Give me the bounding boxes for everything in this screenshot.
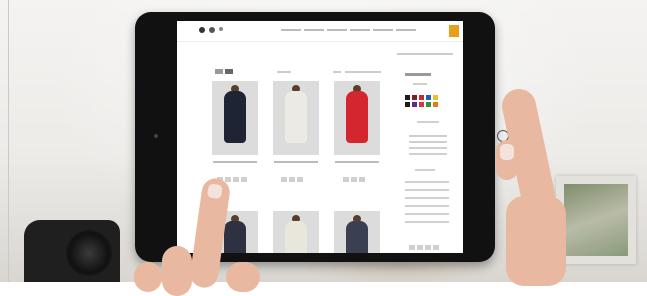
tablet — [135, 12, 509, 262]
brand-badge — [449, 25, 459, 37]
fingernail — [206, 183, 223, 200]
size-chip — [343, 177, 349, 182]
product-caption — [274, 161, 318, 163]
sort-label — [277, 71, 291, 73]
color-swatch — [419, 95, 424, 100]
sidebar-label — [409, 141, 447, 143]
sidebar-label — [405, 189, 449, 191]
color-swatch — [433, 102, 438, 107]
size-chip — [425, 245, 431, 250]
right-palm — [506, 196, 566, 286]
dress — [346, 221, 368, 253]
framed-photo — [564, 184, 628, 256]
site-header — [177, 21, 463, 42]
tablet-camera-icon — [154, 134, 158, 138]
sidebar-label — [409, 135, 447, 137]
dress — [285, 221, 307, 253]
sidebar-title — [405, 73, 431, 76]
left-finger — [162, 246, 192, 296]
size-chip — [409, 245, 415, 250]
grid-view-icon — [215, 69, 223, 74]
size-chip — [351, 177, 357, 182]
color-swatch — [433, 95, 438, 100]
page-control — [333, 71, 341, 73]
left-palm — [226, 262, 260, 292]
product-card — [273, 211, 319, 253]
size-chip — [359, 177, 365, 182]
nav-menu — [281, 29, 419, 32]
color-swatch — [405, 102, 410, 107]
color-swatch — [426, 95, 431, 100]
logo-icon — [209, 27, 215, 33]
product-card — [273, 81, 319, 155]
list-view-icon — [225, 69, 233, 74]
size-chip — [297, 177, 303, 182]
sidebar-label — [405, 221, 449, 223]
sidebar-label — [405, 181, 449, 183]
size-chip — [233, 177, 239, 182]
dress — [224, 91, 246, 143]
color-swatch — [426, 102, 431, 107]
dress — [224, 221, 246, 253]
sidebar-label — [409, 147, 447, 149]
sidebar-label — [415, 169, 435, 171]
color-swatch — [412, 95, 417, 100]
camera-lens — [66, 230, 112, 276]
size-chip — [281, 177, 287, 182]
size-chip — [241, 177, 247, 182]
sidebar-label — [405, 205, 449, 207]
filter-label — [345, 71, 381, 73]
camera — [24, 220, 120, 282]
right-finger — [496, 140, 518, 180]
dress — [285, 91, 307, 143]
product-caption — [213, 161, 257, 163]
color-swatch — [405, 95, 410, 100]
fingernail — [500, 144, 514, 160]
left-rule — [8, 0, 9, 282]
sidebar-label — [409, 153, 447, 155]
logo-icon — [199, 27, 205, 33]
product-card — [212, 81, 258, 155]
size-chip — [289, 177, 295, 182]
logo-icon — [219, 27, 223, 31]
picture-frame — [556, 176, 636, 264]
size-chip — [417, 245, 423, 250]
color-swatch — [419, 102, 424, 107]
left-thumb — [134, 262, 162, 292]
color-swatch — [412, 102, 417, 107]
product-card — [334, 211, 380, 253]
product-card — [334, 81, 380, 155]
sidebar-label — [417, 121, 439, 123]
sub-nav — [397, 53, 453, 55]
sidebar-label — [413, 83, 427, 85]
product-caption — [335, 161, 379, 163]
dress — [346, 91, 368, 143]
size-chip — [433, 245, 439, 250]
sidebar-label — [405, 197, 449, 199]
size-chip — [225, 177, 231, 182]
sidebar-label — [405, 213, 449, 215]
